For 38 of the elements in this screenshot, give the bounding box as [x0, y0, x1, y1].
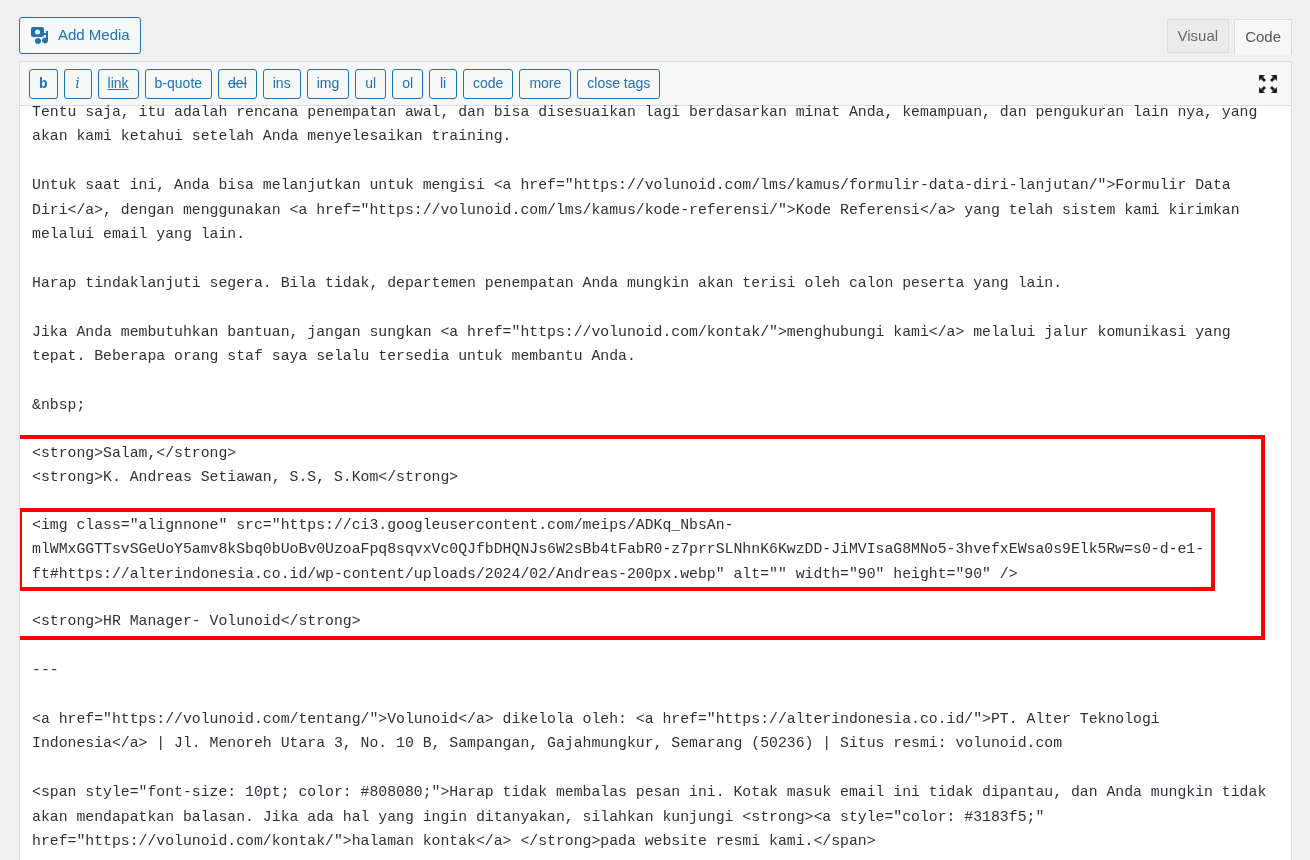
- code-line: tepat. Beberapa orang staf saya selalu tersedia untuk membantu Anda.: [32, 346, 637, 366]
- code-line: <strong>Salam,</strong>: [32, 444, 238, 464]
- format-button[interactable]: code: [463, 68, 514, 99]
- format-button[interactable]: ol: [392, 68, 424, 99]
- code-line: href="https://volunoid.com/kontak/">halaman kontak</a> </strong>pada website resmi kami.</span>: [32, 831, 877, 851]
- code-line: Indonesia</a> | Jl. Menoreh Utara 3, No. 10 B, Sampangan, Gajahmungkur, Semarang (50236) | Situs resmi: volunoid.com: [32, 734, 1064, 754]
- code-line: mlWMxGGTTsvSGeUoY5amv8kSbq0bUoBv0UzoaFpq8sqvxVc0QJfbDHQNJs6W2sBb4tFabR0-z7prrSLNhnK6KwzDD-JiMVIsaG8MNo5-3hvefxEWsa0s9Elk5Rw=s0-d-e1-: [32, 540, 1206, 560]
- format-button[interactable]: more: [519, 68, 572, 99]
- format-button[interactable]: close tags: [577, 68, 661, 99]
- format-button[interactable]: b-quote: [144, 68, 213, 99]
- code-line: <img class="alignnone" src="https://ci3.googleusercontent.com/meips/ADKq_NbsAn-: [32, 515, 735, 535]
- bold-button[interactable]: b: [29, 68, 58, 99]
- code-line: <span style="font-size: 10pt; color: #808080;">Harap tidak membalas pesan ini. Kotak masuk email ini tidak dipantau, dan Anda mungkin tidak: [32, 783, 1268, 803]
- code-line: Tentu saja, itu adalah rencana penempatan awal, dan bisa disesuaikan lagi berdasarkan minat Anda, kemampuan, dan pengukuran lain nya, yang: [32, 103, 1259, 122]
- code-line: <strong>HR Manager- Volunoid</strong>: [32, 612, 362, 632]
- code-line: &nbsp;: [32, 395, 87, 415]
- format-button[interactable]: ins: [262, 68, 301, 99]
- code-line: <a href="https://volunoid.com/tentang/">Volunoid</a> dikelola oleh: <a href="https://alterindonesia.co.id/">PT. Alter Teknologi: [32, 710, 1161, 729]
- format-button[interactable]: img: [306, 68, 350, 99]
- format-button[interactable]: ul: [355, 68, 387, 99]
- code-line: Harap tindaklanjuti segera. Bila tidak, departemen penempatan Anda mungkin akan terisi oleh calon peserta yang lain.: [32, 273, 1064, 293]
- editor-tab[interactable]: Code: [1234, 19, 1292, 55]
- code-line: akan mendapatkan balasan. Jika ada hal yang ingin ditanyakan, silahkan kunjungi <strong><a style="color: #3183f5;": [32, 807, 1046, 827]
- code-line: ---: [32, 661, 60, 681]
- code-line: ft#https://alterindonesia.co.id/wp-content/uploads/2024/02/Andreas-200px.webp" alt="" width="90" height="90" />: [32, 564, 1019, 584]
- code-line: akan kami ketahui setelah Anda menyelesaikan training.: [32, 127, 513, 147]
- code-line: Jika Anda membutuhkan bantuan, jangan sungkan <a href="https://volunoid.com/kontak/">menghubungi kami</a> melalui jalur komunikasi yang: [32, 322, 1232, 342]
- italic-button[interactable]: i: [63, 68, 92, 99]
- fullscreen-icon[interactable]: [1258, 73, 1278, 94]
- code-line: Diri</a>, dengan menggunakan <a href="https://volunoid.com/lms/kamus/kode-referensi/">Kode Referensi</a> yang telah sistem kami kirimkan: [32, 200, 1241, 220]
- code-line: melalui email yang lain.: [32, 224, 247, 244]
- add-media-button[interactable]: Add Media: [19, 17, 141, 54]
- code-line: <strong>K. Andreas Setiawan, S.S, S.Kom</strong>: [32, 468, 460, 488]
- link-button[interactable]: link: [97, 68, 139, 99]
- strikethrough-button[interactable]: del: [218, 68, 257, 99]
- format-button[interactable]: li: [429, 68, 458, 99]
- editor-tab[interactable]: Visual: [1166, 19, 1230, 53]
- code-line: Untuk saat ini, Anda bisa melanjutkan untuk mengisi <a href="https://volunoid.com/lms/kamus/formulir-data-diri-lanjutan/">Formulir Data: [32, 176, 1232, 196]
